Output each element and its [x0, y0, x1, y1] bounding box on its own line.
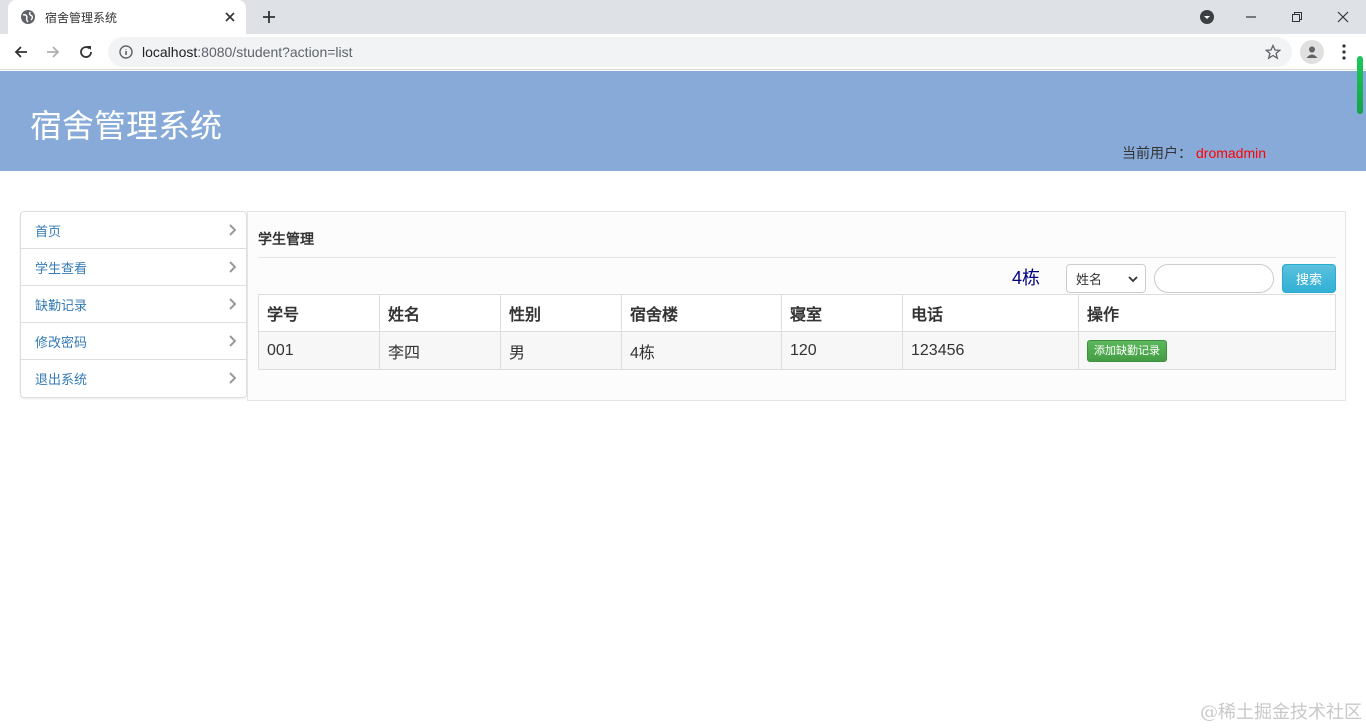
- globe-icon: [20, 9, 36, 25]
- chevron-right-icon: [229, 335, 236, 347]
- column-header: 寝室: [781, 294, 903, 332]
- sidebar-item-home[interactable]: 首页: [21, 212, 246, 249]
- sidebar-item-students[interactable]: 学生查看: [21, 249, 246, 286]
- chevron-right-icon: [229, 372, 236, 384]
- url-host: localhost: [142, 44, 198, 60]
- sidebar-item-logout[interactable]: 退出系统: [21, 360, 246, 397]
- browser-toolbar: localhost:8080/student?action=list: [0, 34, 1366, 70]
- divider: [258, 257, 1336, 258]
- tab-title: 宿舍管理系统: [45, 10, 118, 25]
- chevron-down-icon: [1128, 276, 1138, 283]
- page-scrollbar[interactable]: [1354, 52, 1366, 118]
- plus-icon[interactable]: [258, 7, 280, 27]
- search-input[interactable]: [1154, 264, 1274, 293]
- tab-search-icon[interactable]: [1184, 0, 1230, 34]
- sidebar-item-label: 首页: [35, 223, 62, 239]
- cell-action: 添加缺勤记录: [1078, 331, 1336, 370]
- current-user-label: 当前用户：: [1122, 145, 1192, 161]
- column-header: 学号: [258, 294, 380, 332]
- watermark: @稀土掘金技术社区: [1200, 702, 1362, 723]
- sidebar-item-label: 退出系统: [35, 372, 88, 387]
- url-path: :8080/student?action=list: [197, 44, 353, 60]
- cell-name: 李四: [379, 331, 501, 370]
- column-header: 操作: [1078, 294, 1336, 332]
- reload-icon[interactable]: [73, 39, 99, 65]
- person-icon[interactable]: [1300, 40, 1324, 64]
- sidebar-item-label: 学生查看: [35, 260, 88, 276]
- arrow-left-icon[interactable]: [8, 39, 34, 65]
- sidebar-item-label: 修改密码: [35, 334, 88, 350]
- column-header: 宿舍楼: [621, 294, 782, 332]
- student-table: 学号 姓名 性别 宿舍楼 寝室 电话 操作 001 李四 男 4栋 120 12…: [258, 294, 1336, 370]
- browser-tab[interactable]: 宿舍管理系统: [8, 0, 246, 34]
- search-field-select[interactable]: 姓名: [1066, 264, 1146, 293]
- search-field-selected: 姓名: [1076, 273, 1103, 288]
- column-header: 电话: [902, 294, 1079, 332]
- column-header: 性别: [500, 294, 622, 332]
- browser-tab-strip: 宿舍管理系统: [0, 0, 1366, 34]
- address-bar[interactable]: localhost:8080/student?action=list: [108, 37, 1292, 67]
- sidebar-nav: 首页 学生查看 缺勤记录 修改密码 退出系统: [20, 211, 247, 398]
- table-header-row: 学号 姓名 性别 宿舍楼 寝室 电话 操作: [258, 294, 1336, 332]
- chevron-right-icon: [229, 298, 236, 310]
- current-user-name: dromadmin: [1196, 145, 1267, 161]
- chevron-right-icon: [229, 261, 236, 273]
- sidebar-item-label: 缺勤记录: [35, 297, 88, 313]
- sidebar-item-change-password[interactable]: 修改密码: [21, 323, 246, 360]
- url-text: localhost:8080/student?action=list: [142, 44, 353, 60]
- restore-icon[interactable]: [1274, 0, 1320, 34]
- cell-student-id: 001: [258, 331, 380, 370]
- minimize-icon[interactable]: [1228, 0, 1274, 34]
- add-absence-record-button[interactable]: 添加缺勤记录: [1087, 339, 1167, 362]
- info-icon[interactable]: [118, 44, 134, 60]
- arrow-right-icon[interactable]: [40, 39, 66, 65]
- scrollbar-thumb[interactable]: [1357, 56, 1363, 114]
- panel-title: 学生管理: [258, 231, 314, 247]
- student-management-panel: 学生管理 4栋 姓名 搜索 学号 姓名 性别 宿舍楼 寝室 电话 操作 001 …: [247, 211, 1346, 401]
- table-row: 001 李四 男 4栋 120 123456 添加缺勤记录: [258, 331, 1336, 370]
- sidebar-item-absences[interactable]: 缺勤记录: [21, 286, 246, 323]
- cell-gender: 男: [500, 331, 622, 370]
- close-icon[interactable]: [222, 9, 238, 25]
- star-icon[interactable]: [1264, 43, 1282, 61]
- building-label: 4栋: [1012, 268, 1041, 288]
- cell-phone: 123456: [902, 331, 1079, 370]
- close-window-icon[interactable]: [1320, 0, 1366, 34]
- column-header: 姓名: [379, 294, 501, 332]
- more-vert-icon[interactable]: [1334, 40, 1354, 64]
- cell-room: 120: [781, 331, 903, 370]
- search-button[interactable]: 搜索: [1282, 264, 1336, 293]
- site-header: 宿舍管理系统 当前用户： dromadmin: [0, 71, 1366, 171]
- site-title: 宿舍管理系统: [30, 108, 223, 144]
- chevron-right-icon: [229, 224, 236, 236]
- current-user: 当前用户： dromadmin: [1122, 143, 1266, 163]
- cell-building: 4栋: [621, 331, 782, 370]
